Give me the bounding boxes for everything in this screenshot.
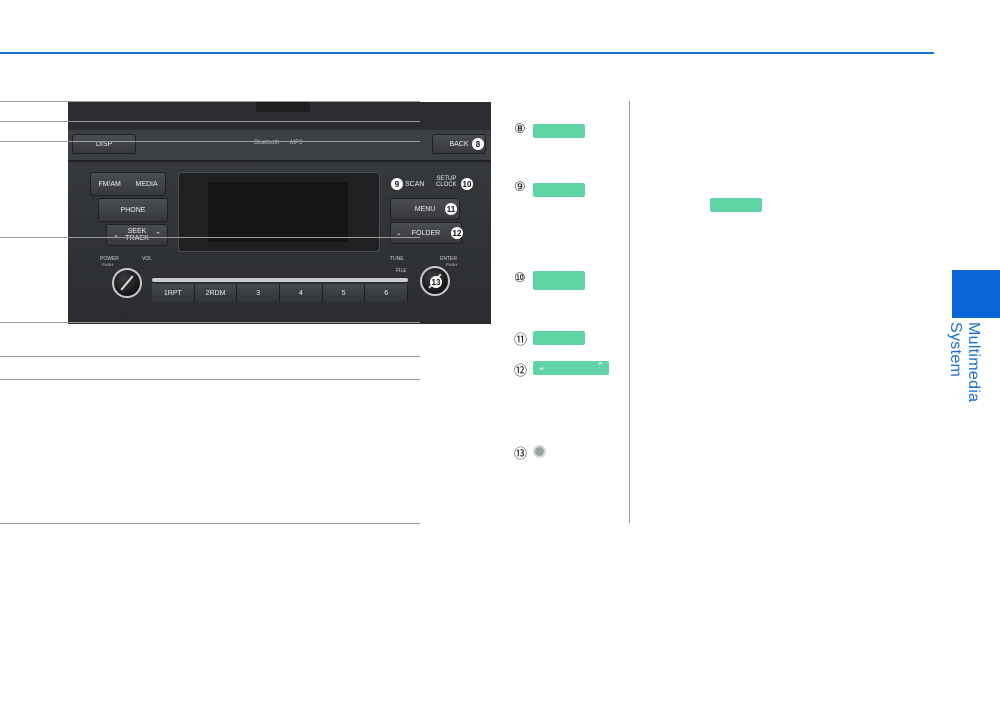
knob-mark	[120, 275, 134, 291]
seek-label: SEEK	[127, 228, 147, 235]
display-screen	[208, 182, 348, 242]
seek-track-button: ⌄ SEEK TRACK ⌃	[106, 224, 168, 246]
button-highlight	[533, 331, 585, 345]
fm-am-label: FM/AM	[98, 180, 121, 188]
row-number: ⑬	[514, 447, 528, 462]
button-highlight	[710, 198, 762, 212]
power-volume-knob	[112, 268, 142, 298]
vol-label: VOL	[142, 256, 153, 262]
preset-6-button: 6	[365, 284, 409, 302]
clock-label: CLOCK	[436, 182, 457, 188]
callout-10: 10	[461, 178, 473, 190]
table-header-row	[0, 101, 420, 102]
table-row	[0, 379, 420, 524]
chevron-down-icon: ⌄	[537, 360, 547, 373]
folder-label: FOLDER	[411, 229, 441, 237]
radio-panel-image: DISP Bluetooth MP3 BACK 8 FM/AM MEDIA PH…	[68, 102, 491, 324]
table-row	[0, 141, 420, 142]
callout-13: 13	[430, 276, 442, 288]
phone-label: PHONE	[120, 206, 146, 214]
button-highlight	[533, 183, 585, 197]
callout-9: 9	[391, 178, 403, 190]
media-label: MEDIA	[135, 180, 158, 188]
row-number: ⑫	[514, 364, 528, 379]
table-row	[0, 322, 420, 323]
row-number: ⑪	[514, 333, 528, 348]
preset-4-button: 4	[280, 284, 323, 302]
preset-5-button: 5	[322, 284, 366, 302]
table-row	[0, 237, 420, 238]
table-row	[0, 121, 420, 122]
section-tab	[952, 270, 1000, 318]
row-number: ⑩	[514, 271, 526, 286]
seek-track-label: SEEK TRACK	[125, 228, 149, 242]
section-title: Multimedia System	[947, 322, 982, 403]
power-push-label: PUSH	[102, 262, 114, 267]
panel-top-slot	[256, 102, 310, 112]
disp-button: DISP	[72, 134, 136, 154]
table-row	[0, 356, 420, 357]
fm-am-media-button: FM/AM MEDIA	[90, 172, 166, 196]
button-highlight	[533, 271, 585, 290]
knob-icon	[533, 445, 546, 458]
setup-clock-label: SETUP CLOCK	[436, 176, 457, 188]
preset-3-button: 3	[237, 284, 281, 302]
row-number: ⑨	[514, 180, 526, 195]
file-label: FILE	[396, 268, 407, 274]
enter-push-label: PUSH	[446, 262, 458, 267]
tune-label: TUNE	[390, 256, 404, 262]
row-number: ⑧	[514, 122, 526, 137]
scan-label: SCAN	[405, 181, 425, 188]
preset-buttons: 1RPT 2RDM 3 4 5 6	[152, 284, 409, 302]
table-column-divider	[629, 101, 630, 523]
chevron-down-icon: ⌄	[396, 230, 402, 237]
back-label: BACK	[449, 140, 469, 148]
phone-button: PHONE	[98, 198, 168, 222]
top-rule	[0, 52, 934, 54]
button-highlight	[533, 124, 585, 138]
chevron-up-icon: ⌃	[595, 360, 605, 373]
preset-1-button: 1RPT	[152, 284, 195, 302]
preset-2-button: 2RDM	[194, 284, 238, 302]
callout-8: 8	[472, 138, 484, 150]
callout-12: 12	[451, 227, 463, 239]
menu-label: MENU	[414, 205, 436, 213]
folder-button-highlight: ⌄ ⌃	[533, 360, 609, 375]
preset-bar	[152, 278, 408, 282]
callout-11: 11	[445, 203, 457, 215]
